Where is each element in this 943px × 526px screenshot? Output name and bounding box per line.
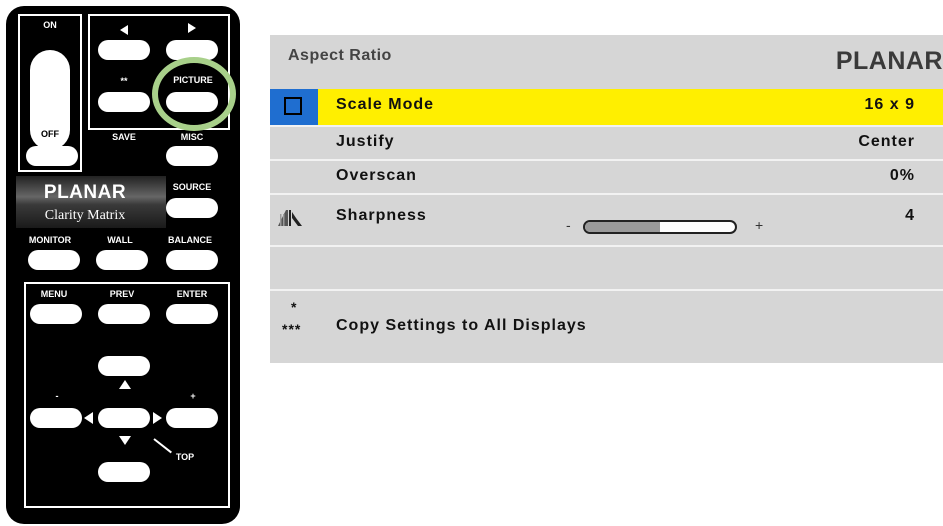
right-nav-arrow-icon	[153, 412, 162, 424]
prev-button[interactable]	[98, 304, 150, 324]
slider-plus-label: +	[755, 217, 764, 233]
copy-stars-top: *	[291, 299, 297, 315]
remote-control: ON OFF ** PICTURE SAVE MISC PLANAR Clari…	[6, 6, 240, 524]
sharpness-icon	[278, 210, 302, 226]
menu-row-empty	[270, 245, 943, 289]
left-nav-arrow-icon	[84, 412, 93, 424]
menu-row-scale-mode[interactable]: Scale Mode 16 x 9	[270, 89, 943, 125]
copy-stars-bottom: ***	[282, 321, 302, 337]
aspect-square-icon	[270, 89, 318, 125]
sharpness-slider-fill	[585, 222, 660, 232]
on-label: ON	[43, 20, 57, 30]
enter-label: ENTER	[176, 289, 208, 299]
menu-button[interactable]	[30, 304, 82, 324]
plus-label: +	[190, 391, 196, 401]
right-arrow-icon	[188, 23, 196, 33]
down-button[interactable]	[98, 462, 150, 482]
plus-button[interactable]	[166, 408, 218, 428]
up-button[interactable]	[98, 356, 150, 376]
copy-settings-label: Copy Settings to All Displays	[336, 317, 587, 334]
down-arrow-icon	[119, 436, 131, 445]
sharpness-label: Sharpness	[336, 207, 427, 224]
top-label: TOP	[175, 452, 195, 462]
menu-row-justify[interactable]: Justify Center	[270, 125, 943, 159]
source-label: SOURCE	[172, 182, 212, 192]
scale-mode-value: 16 x 9	[864, 96, 915, 113]
osd-brand-logo: PLANAR	[835, 47, 943, 75]
osd-menu-panel: Aspect Ratio PLANAR Scale Mode 16 x 9 Ju…	[270, 35, 943, 363]
save-label: SAVE	[112, 132, 136, 142]
minus-label: -	[55, 391, 59, 401]
sharpness-slider[interactable]	[583, 220, 737, 234]
minus-button[interactable]	[30, 408, 82, 428]
misc-label: MISC	[180, 132, 204, 142]
misc-button[interactable]	[166, 146, 218, 166]
left-arrow-icon	[120, 25, 128, 35]
picture-highlight-ring	[152, 57, 236, 131]
justify-label: Justify	[336, 133, 395, 150]
menu-row-copy-settings[interactable]: * *** Copy Settings to All Displays	[270, 289, 943, 363]
overscan-label: Overscan	[336, 167, 417, 184]
left-button[interactable]	[98, 40, 150, 60]
up-arrow-icon	[119, 380, 131, 389]
off-button[interactable]	[26, 146, 78, 166]
osd-title: Aspect Ratio	[288, 47, 392, 64]
brand-logo: PLANAR	[43, 182, 127, 203]
menu-row-sharpness[interactable]: Sharpness - + 4	[270, 193, 943, 245]
wall-label: WALL	[107, 235, 133, 245]
star-label: **	[120, 76, 128, 86]
star-button[interactable]	[98, 92, 150, 112]
prev-label: PREV	[109, 289, 135, 299]
justify-value: Center	[858, 133, 915, 150]
menu-row-overscan[interactable]: Overscan 0%	[270, 159, 943, 193]
menu-label: MENU	[40, 289, 68, 299]
brand-subtitle: Clarity Matrix	[44, 208, 126, 223]
monitor-button[interactable]	[28, 250, 80, 270]
monitor-label: MONITOR	[28, 235, 72, 245]
balance-button[interactable]	[166, 250, 218, 270]
scale-mode-label: Scale Mode	[336, 96, 435, 113]
overscan-value: 0%	[889, 167, 915, 184]
off-label: OFF	[41, 129, 59, 139]
wall-button[interactable]	[96, 250, 148, 270]
enter-button[interactable]	[166, 304, 218, 324]
sharpness-value: 4	[905, 207, 915, 224]
center-button[interactable]	[98, 408, 150, 428]
slider-minus-label: -	[566, 217, 571, 233]
source-button[interactable]	[166, 198, 218, 218]
balance-label: BALANCE	[168, 235, 212, 245]
